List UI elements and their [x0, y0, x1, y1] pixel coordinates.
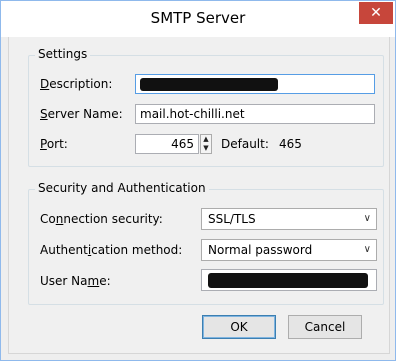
auth-method-label: Authentication method:	[40, 243, 183, 257]
connection-security-select[interactable]: SSL/TLS ∨	[201, 208, 377, 230]
default-label: Default:	[221, 137, 269, 151]
chevron-up-icon[interactable]: ▲	[201, 135, 211, 144]
username-label: User Name:	[40, 274, 111, 288]
description-field[interactable]	[135, 74, 375, 94]
port-label: Port:	[40, 137, 68, 151]
cancel-button[interactable]: Cancel	[288, 315, 362, 339]
chevron-down-icon: ∨	[363, 244, 371, 255]
window-title: SMTP Server	[150, 9, 246, 27]
settings-legend: Settings	[35, 47, 91, 61]
dialog-body: Settings Description: Server Name: mail.…	[8, 37, 390, 354]
redacted-scribble	[140, 78, 278, 91]
connection-security-value: SSL/TLS	[208, 212, 256, 226]
smtp-server-dialog: SMTP Server ✕ Settings Description: Serv…	[0, 0, 396, 361]
connection-security-label: Connection security:	[40, 212, 163, 226]
close-icon: ✕	[370, 5, 382, 21]
auth-method-select[interactable]: Normal password ∨	[201, 239, 377, 261]
default-port-value: 465	[279, 137, 302, 151]
description-label: Description:	[40, 77, 113, 91]
auth-method-value: Normal password	[208, 243, 313, 257]
close-button[interactable]: ✕	[359, 2, 393, 24]
title-bar[interactable]: SMTP Server ✕	[1, 1, 395, 37]
security-legend: Security and Authentication	[35, 181, 209, 195]
server-name-field[interactable]: mail.hot-chilli.net	[135, 104, 375, 124]
server-name-label: Server Name:	[40, 107, 123, 121]
ok-button[interactable]: OK	[202, 315, 276, 339]
chevron-down-icon[interactable]: ▼	[201, 144, 211, 153]
chevron-down-icon: ∨	[363, 213, 371, 224]
port-field[interactable]: 465	[135, 134, 199, 154]
port-stepper[interactable]: ▲ ▼	[200, 134, 212, 154]
redacted-scribble	[208, 273, 368, 288]
username-field[interactable]	[201, 269, 377, 291]
